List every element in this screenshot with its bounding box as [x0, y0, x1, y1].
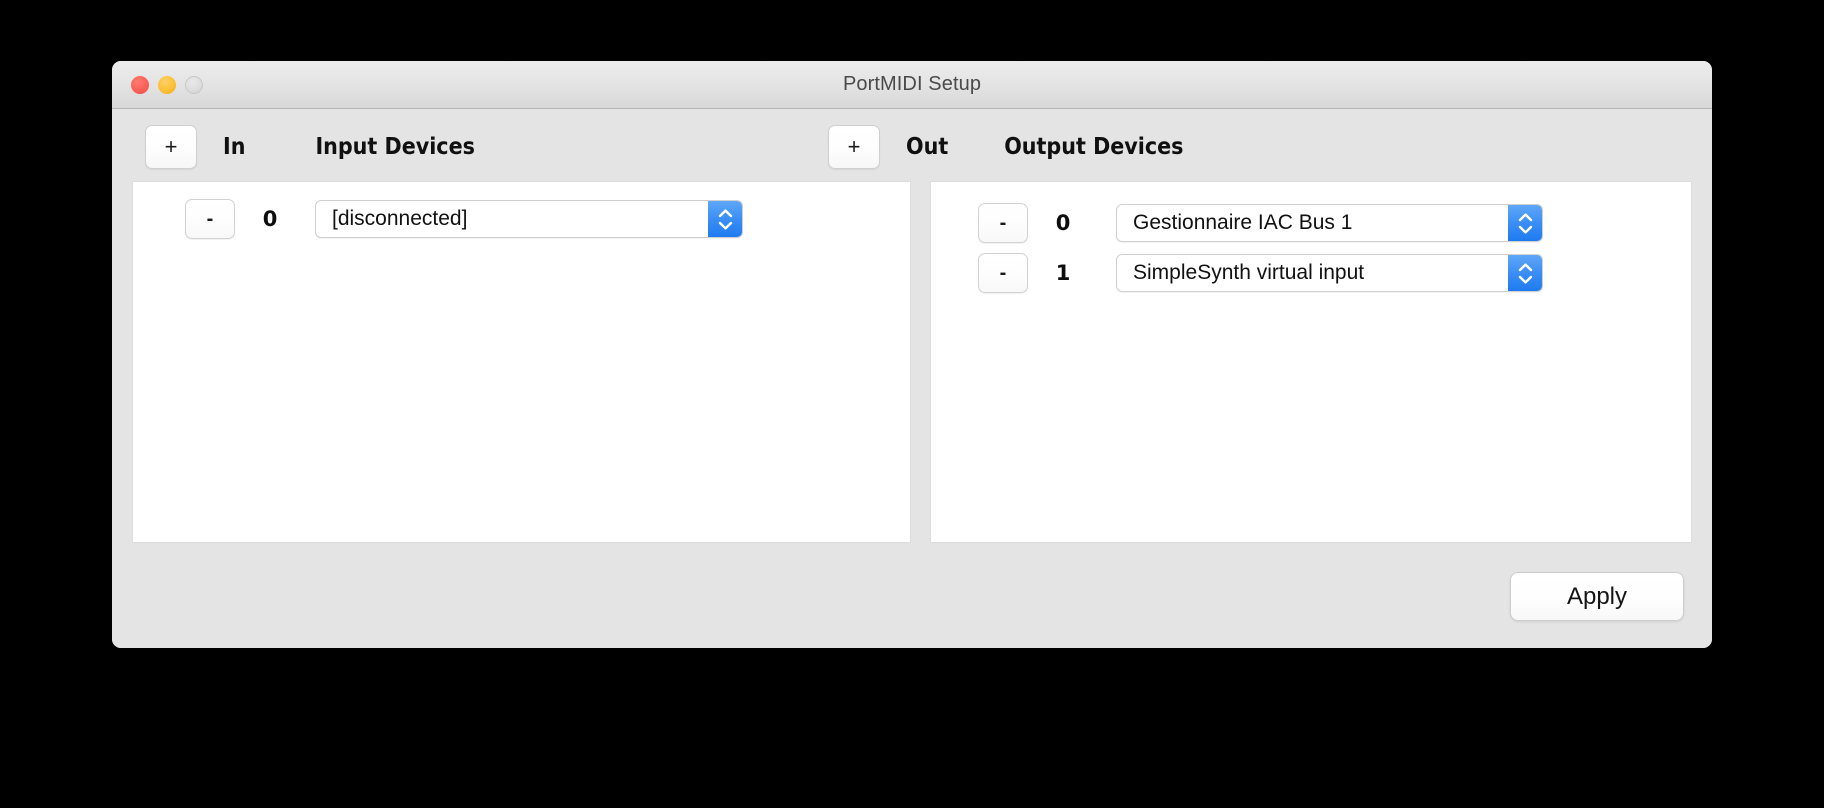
input-devices-panel: - 0 [disconnected]	[132, 181, 911, 543]
output-device-value: SimpleSynth virtual input	[1133, 261, 1365, 284]
input-device-index: 0	[262, 207, 278, 231]
window-content: + In Input Devices + Out Output Devices …	[112, 109, 1712, 648]
up-down-stepper-icon[interactable]	[708, 201, 742, 237]
add-output-device-button[interactable]: +	[828, 125, 880, 169]
output-devices-title: Output Devices	[1004, 134, 1184, 160]
output-device-select[interactable]: Gestionnaire IAC Bus 1	[1116, 204, 1543, 242]
output-device-index: 1	[1055, 261, 1071, 285]
output-device-index: 0	[1055, 211, 1071, 235]
add-input-device-button[interactable]: +	[145, 125, 197, 169]
remove-output-device-button[interactable]: -	[978, 253, 1028, 293]
traffic-light-group	[131, 61, 203, 108]
input-direction-label: In	[223, 134, 246, 160]
up-down-stepper-icon[interactable]	[1508, 255, 1542, 291]
minimize-window-icon[interactable]	[158, 75, 176, 94]
input-section-header: + In Input Devices	[145, 123, 475, 171]
zoom-window-icon[interactable]	[185, 75, 203, 94]
output-device-list: - 0 Gestionnaire IAC Bus 1 - 1 SimpleSyn…	[931, 182, 1691, 298]
input-device-select[interactable]: [disconnected]	[315, 200, 743, 238]
table-row: - 0 [disconnected]	[185, 194, 910, 244]
table-row: - 0 Gestionnaire IAC Bus 1	[978, 198, 1691, 248]
output-devices-panel: - 0 Gestionnaire IAC Bus 1 - 1 SimpleSyn…	[930, 181, 1692, 543]
output-device-value: Gestionnaire IAC Bus 1	[1133, 211, 1353, 234]
window-title: PortMIDI Setup	[842, 73, 982, 95]
close-window-icon[interactable]	[131, 75, 149, 94]
output-section-header: + Out Output Devices	[828, 123, 1184, 171]
window-title-bar[interactable]: PortMIDI Setup	[112, 61, 1712, 109]
output-device-select[interactable]: SimpleSynth virtual input	[1116, 254, 1543, 292]
up-down-stepper-icon[interactable]	[1508, 205, 1542, 241]
input-device-list: - 0 [disconnected]	[133, 182, 910, 244]
apply-button[interactable]: Apply	[1510, 572, 1684, 621]
input-device-value: [disconnected]	[332, 207, 468, 230]
remove-input-device-button[interactable]: -	[185, 199, 235, 239]
input-devices-title: Input Devices	[315, 134, 475, 160]
remove-output-device-button[interactable]: -	[978, 203, 1028, 243]
output-direction-label: Out	[906, 134, 949, 160]
portmidi-setup-window: PortMIDI Setup + In Input Devices + Out …	[112, 61, 1712, 648]
table-row: - 1 SimpleSynth virtual input	[978, 248, 1691, 298]
